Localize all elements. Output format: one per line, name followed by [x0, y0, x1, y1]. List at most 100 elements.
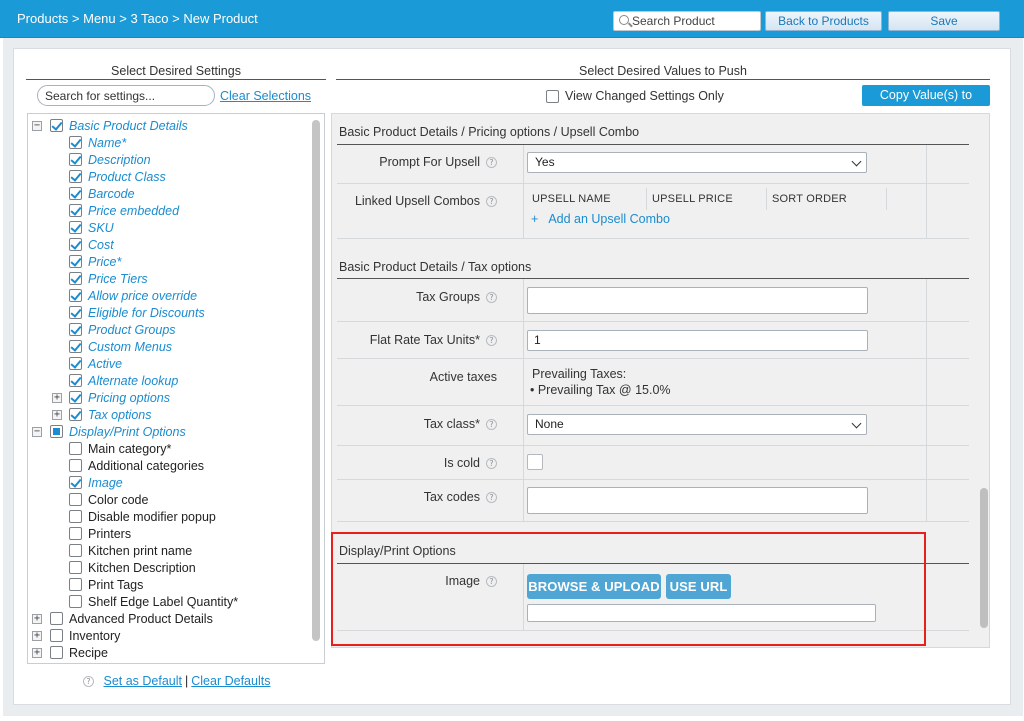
tree-item-checkbox[interactable]	[69, 578, 82, 591]
help-icon[interactable]: ?	[486, 576, 497, 587]
tree-item-checkbox[interactable]	[69, 170, 82, 183]
left-title-divider	[26, 79, 326, 80]
tax-codes-input[interactable]	[527, 487, 868, 514]
collapse-icon[interactable]: −	[32, 427, 42, 437]
is-cold-checkbox[interactable]	[527, 454, 543, 470]
expand-icon[interactable]: +	[32, 648, 42, 658]
save-button[interactable]: Save	[888, 11, 1000, 31]
tree-item-checkbox[interactable]	[69, 391, 82, 404]
view-changed-checkbox[interactable]	[546, 90, 559, 103]
tree-item-checkbox[interactable]	[69, 408, 82, 421]
tree-item-checkbox[interactable]	[69, 136, 82, 149]
tree-item-checkbox[interactable]	[69, 442, 82, 455]
tax-class-select[interactable]: None	[527, 414, 867, 435]
tree-item-checkbox[interactable]	[69, 476, 82, 489]
tree-item-checkbox[interactable]	[69, 306, 82, 319]
expand-icon[interactable]: +	[32, 614, 42, 624]
browse-upload-button[interactable]: BROWSE & UPLOAD	[527, 574, 661, 599]
tree-item-checkbox[interactable]	[69, 544, 82, 557]
clear-defaults-link[interactable]: Clear Defaults	[191, 674, 270, 688]
tax-codes-text: Tax codes	[423, 490, 480, 504]
tree-item-label: Main category*	[88, 442, 172, 456]
tree-item-label: Kitchen print name	[88, 544, 193, 558]
set-as-default-link[interactable]: Set as Default	[103, 674, 182, 688]
help-icon[interactable]: ?	[486, 157, 497, 168]
tree-item-checkbox[interactable]	[69, 272, 82, 285]
tree-item-label: Description	[88, 153, 151, 167]
add-upsell-combo-link[interactable]: + Add an Upsell Combo	[531, 212, 670, 226]
use-url-button[interactable]: USE URL	[666, 574, 731, 599]
help-icon[interactable]: ?	[486, 335, 497, 346]
tree-item-checkbox[interactable]	[69, 527, 82, 540]
tax-class-value: None	[535, 417, 564, 431]
expand-icon[interactable]: +	[52, 410, 62, 420]
active-taxes-label: Active taxes	[337, 370, 497, 384]
tree-item-checkbox[interactable]	[69, 323, 82, 336]
tree-item-checkbox[interactable]	[69, 153, 82, 166]
tree-item-checkbox[interactable]	[69, 459, 82, 472]
settings-search-input[interactable]	[45, 88, 210, 103]
help-icon[interactable]: ?	[486, 292, 497, 303]
product-search-box[interactable]	[613, 11, 761, 31]
breadcrumb-text[interactable]: Products > Menu > 3 Taco > New Product	[17, 11, 258, 26]
tree-item-checkbox[interactable]	[69, 221, 82, 234]
tree-item-checkbox[interactable]	[69, 238, 82, 251]
tree-item-label: Color code	[88, 493, 149, 507]
product-search-input[interactable]	[632, 13, 758, 29]
column-divider	[646, 188, 647, 210]
expand-icon[interactable]: +	[32, 631, 42, 641]
back-to-products-button[interactable]: Back to Products	[765, 11, 882, 31]
tree-item-label: SKU	[88, 221, 114, 235]
defaults-links: ? Set as Default | Clear Defaults	[83, 674, 270, 688]
tree-item-checkbox[interactable]	[50, 612, 63, 625]
clear-selections-link[interactable]: Clear Selections	[220, 89, 311, 103]
upsell-col-price: UPSELL PRICE	[652, 193, 733, 205]
settings-tree-scrollbar[interactable]	[312, 120, 320, 641]
tree-item-checkbox[interactable]	[69, 374, 82, 387]
row-divider	[337, 405, 969, 406]
help-icon[interactable]: ?	[486, 492, 497, 503]
tree-item-checkbox[interactable]	[69, 340, 82, 353]
collapse-icon[interactable]: −	[32, 121, 42, 131]
left-panel-title: Select Desired Settings	[111, 64, 241, 78]
tax-groups-text: Tax Groups	[416, 290, 480, 304]
tree-item-label: Product Class	[88, 170, 166, 184]
tree-item-checkbox[interactable]	[50, 119, 63, 132]
help-icon[interactable]: ?	[486, 458, 497, 469]
top-bar: Products > Menu > 3 Taco > New Product B…	[0, 0, 1024, 38]
tree-item-checkbox[interactable]	[69, 561, 82, 574]
flat-rate-input[interactable]: 1	[527, 330, 868, 351]
tree-item-label: Image	[88, 476, 123, 490]
help-icon[interactable]: ?	[486, 196, 497, 207]
view-changed-label: View Changed Settings Only	[565, 89, 724, 103]
tree-item-checkbox[interactable]	[69, 204, 82, 217]
tree-item-checkbox[interactable]	[69, 255, 82, 268]
tree-item-checkbox[interactable]	[69, 357, 82, 370]
tree-item-checkbox[interactable]	[50, 646, 63, 659]
section-title-tax: Basic Product Details / Tax options	[339, 260, 532, 274]
tree-item-checkbox[interactable]	[69, 187, 82, 200]
add-upsell-text: Add an Upsell Combo	[548, 212, 670, 226]
expand-icon[interactable]: +	[52, 393, 62, 403]
tree-item-checkbox[interactable]	[50, 629, 63, 642]
copy-values-button[interactable]: Copy Value(s) to	[862, 85, 990, 106]
help-icon[interactable]: ?	[486, 419, 497, 430]
upsell-col-name: UPSELL NAME	[532, 193, 611, 205]
tree-item-label: Display/Print Options	[69, 425, 186, 439]
tree-item-label: Tax options	[88, 408, 152, 422]
settings-search-box[interactable]	[37, 85, 215, 106]
help-icon[interactable]: ?	[83, 676, 94, 687]
values-panel-scrollbar[interactable]	[980, 488, 988, 628]
tree-item-checkbox[interactable]	[69, 595, 82, 608]
right-panel-title: Select Desired Values to Push	[579, 64, 747, 78]
tree-item-checkbox[interactable]	[69, 510, 82, 523]
tree-item-checkbox[interactable]	[69, 289, 82, 302]
tax-groups-input[interactable]	[527, 287, 868, 314]
tree-item-checkbox[interactable]	[69, 493, 82, 506]
image-url-input[interactable]	[527, 604, 876, 622]
section-title-upsell: Basic Product Details / Pricing options …	[339, 125, 640, 139]
plus-icon: +	[531, 212, 539, 226]
flat-rate-label: Flat Rate Tax Units*?	[337, 333, 497, 347]
prompt-for-upsell-select[interactable]: Yes	[527, 152, 867, 173]
tree-item-checkbox[interactable]	[50, 425, 63, 438]
